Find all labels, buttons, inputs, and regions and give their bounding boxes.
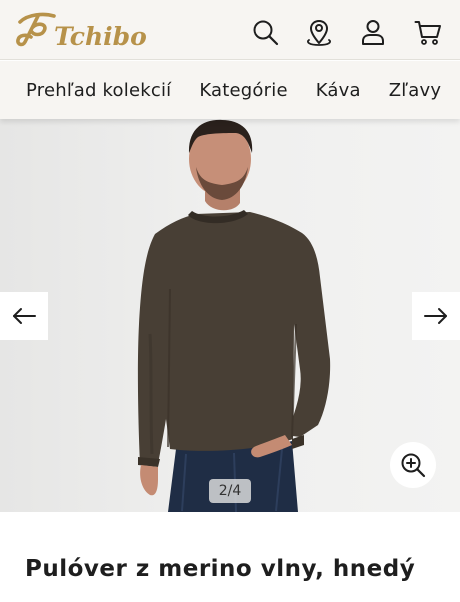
location-pin-icon (306, 20, 332, 46)
arrow-right-icon (424, 308, 447, 324)
svg-text:Tchibo: Tchibo (54, 22, 147, 50)
arrow-left-icon (13, 308, 36, 324)
cart-button[interactable] (413, 17, 443, 47)
nav-item-collections[interactable]: Prehľad kolekcií (26, 80, 171, 101)
tchibo-logo[interactable]: Tchibo (14, 8, 158, 51)
product-image-gallery[interactable]: 2/4 (0, 119, 460, 512)
product-photo (137, 119, 331, 512)
cart-icon (414, 21, 441, 45)
site-header: Tchibo (0, 0, 460, 60)
zoom-in-icon (401, 453, 426, 478)
category-nav: Prehľad kolekcií Kategórie Káva Zľavy (0, 61, 460, 119)
account-button[interactable] (358, 17, 388, 47)
nav-item-coffee[interactable]: Káva (316, 80, 361, 101)
nav-item-categories[interactable]: Kategórie (199, 80, 287, 101)
zoom-button[interactable] (390, 442, 436, 488)
previous-image-button[interactable] (0, 292, 48, 340)
search-button[interactable] (250, 17, 280, 47)
nav-item-sale[interactable]: Zľavy (389, 80, 441, 101)
user-icon (362, 20, 384, 45)
product-title: Pulóver z merino vlny, hnedý (25, 556, 416, 582)
store-locator-button[interactable] (304, 17, 334, 47)
next-image-button[interactable] (412, 292, 460, 340)
search-icon (253, 20, 279, 46)
image-counter: 2/4 (209, 479, 251, 503)
